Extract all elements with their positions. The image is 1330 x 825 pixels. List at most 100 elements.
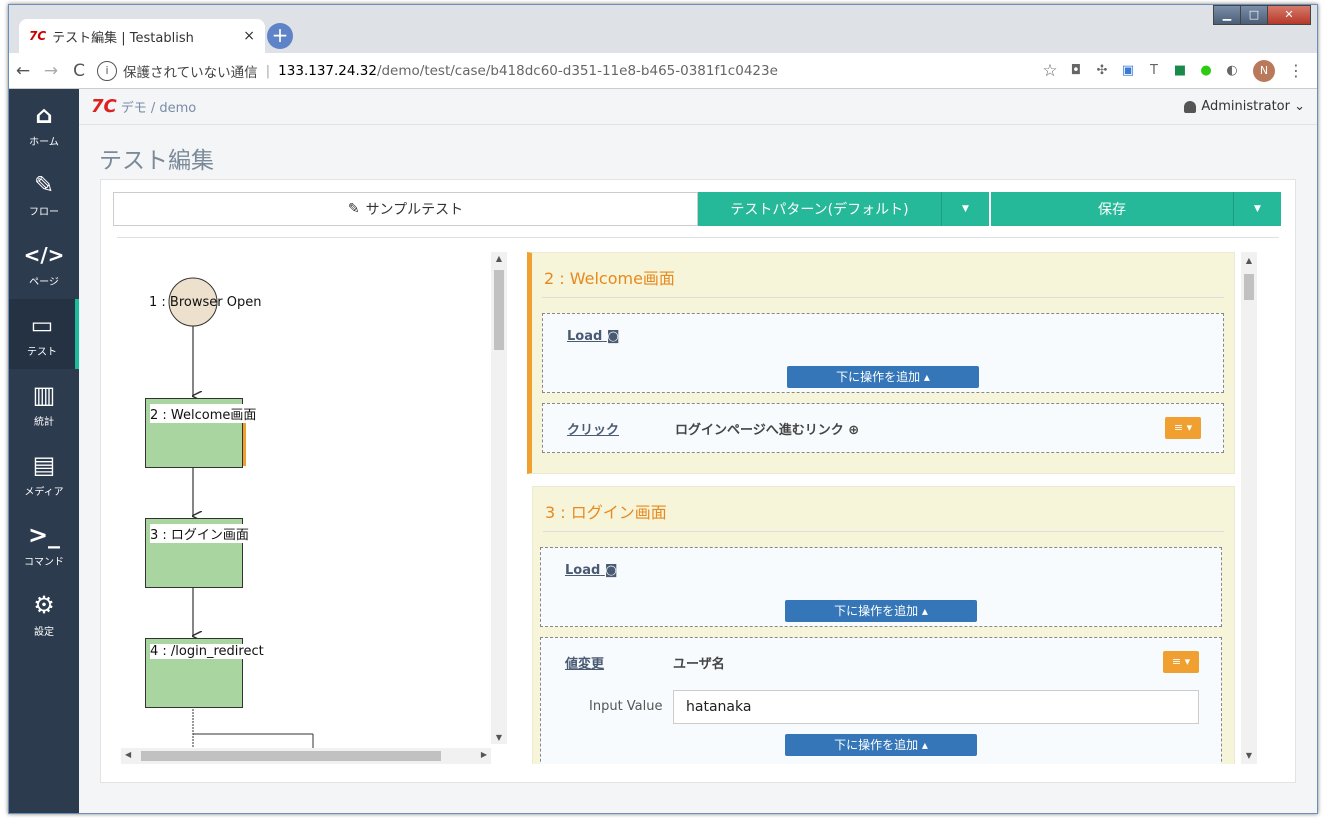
editor-card: ✎ サンプルテスト テストパターン(デフォルト) ▼ 保存 ▼ 1: Brow… xyxy=(100,179,1296,783)
flow-node-1-label[interactable]: 1 : Browser Open xyxy=(149,295,261,310)
nav-label: フロー xyxy=(29,207,59,218)
terminal-icon: >_ xyxy=(27,521,61,549)
scroll-thumb[interactable] xyxy=(1244,274,1254,300)
step-detail-pane: 2 : Welcome画面 Load ◙ 下に操作を追加 ▴ クリック ログイン… xyxy=(527,252,1235,764)
nav-page[interactable]: </> ページ xyxy=(9,229,79,299)
flow-node-4[interactable]: 4 : /login_redirect xyxy=(145,638,264,708)
new-tab-button[interactable]: + xyxy=(267,23,293,49)
maximize-button[interactable]: □ xyxy=(1240,5,1268,25)
flow-horizontal-scrollbar[interactable]: ◀ ▶ xyxy=(121,748,491,764)
operation-menu-button[interactable]: ≡ ▾ xyxy=(1165,417,1201,439)
nav-label: テスト xyxy=(27,347,57,358)
side-nav: ⌂ ホーム ✎ フロー </> ページ ▭ テスト ▥ 統計 ▤ メディア >_… xyxy=(9,89,79,813)
nav-settings[interactable]: ⚙ 設定 xyxy=(9,579,79,649)
operation-target[interactable]: ログインページへ進むリンク ⊕ xyxy=(675,419,859,438)
scroll-down-arrow[interactable]: ▼ xyxy=(491,733,507,742)
load-link[interactable]: Load ◙ xyxy=(565,563,617,578)
translate-ext-icon[interactable]: T xyxy=(1141,63,1167,78)
step-section-2: 2 : Welcome画面 Load ◙ 下に操作を追加 ▴ クリック ログイン… xyxy=(527,252,1235,474)
step-section-3: 3 : ログイン画面 Load ◙ 下に操作を追加 ▴ 値変更 ユーザ名 ≡ ▾… xyxy=(532,486,1235,764)
sample-test-label: サンプルテスト xyxy=(365,202,464,218)
divider xyxy=(542,297,1224,298)
add-below-button[interactable]: 下に操作を追加 ▴ xyxy=(787,366,979,388)
breadcrumb[interactable]: デモ / demo xyxy=(121,97,197,116)
nav-label: ページ xyxy=(29,277,59,288)
nav-media[interactable]: ▤ メディア xyxy=(9,439,79,509)
flow-node-3[interactable]: 3 : ログイン画面 xyxy=(145,518,249,588)
scroll-down-arrow[interactable]: ▼ xyxy=(1241,751,1257,760)
test-pattern-button[interactable]: テストパターン(デフォルト) xyxy=(698,192,941,226)
add-below-button[interactable]: 下に操作を追加 ▴ xyxy=(785,600,977,622)
nav-label: コマンド xyxy=(24,557,64,568)
omnibox[interactable]: i 保護されていない通信 | 133.137.24.32/demo/test/c… xyxy=(97,57,1037,85)
minimize-button[interactable]: ▁ xyxy=(1213,5,1241,25)
camera-ext-icon[interactable]: ◘ xyxy=(1063,63,1089,78)
operation-name[interactable]: 値変更 xyxy=(565,653,604,672)
code-icon: </> xyxy=(23,243,65,267)
back-button[interactable]: ← xyxy=(9,61,37,81)
reload-button[interactable]: C xyxy=(65,61,93,81)
app-area: ⌂ ホーム ✎ フロー </> ページ ▭ テスト ▥ 統計 ▤ メディア >_… xyxy=(9,89,1317,813)
favicon-icon: 7C xyxy=(29,29,47,43)
user-menu[interactable]: Administrator ⌄ xyxy=(1184,99,1305,114)
add-below-button[interactable]: 下に操作を追加 ▴ xyxy=(785,734,977,756)
nav-label: ホーム xyxy=(29,137,59,148)
omnibox-separator: | xyxy=(265,62,271,79)
bookmark-star-icon[interactable]: ☆ xyxy=(1037,61,1063,81)
step-title: 2 : Welcome画面 xyxy=(544,269,675,288)
scroll-right-arrow[interactable]: ▶ xyxy=(481,750,487,759)
detail-vertical-scrollbar[interactable]: ▲ ▼ xyxy=(1241,252,1257,764)
scroll-left-arrow[interactable]: ◀ xyxy=(125,750,131,759)
forward-button[interactable]: → xyxy=(37,61,65,81)
nav-stats[interactable]: ▥ 統計 xyxy=(9,369,79,439)
browser-tab[interactable]: 7C テスト編集 | Testablish × xyxy=(19,19,265,53)
operation-menu-button[interactable]: ≡ ▾ xyxy=(1163,651,1199,673)
test-pattern-dropdown[interactable]: ▼ xyxy=(941,192,989,226)
url-text: 133.137.24.32/demo/test/case/b418dc60-d3… xyxy=(278,62,778,79)
profile-avatar[interactable]: N xyxy=(1253,59,1275,82)
gears-icon: ⚙ xyxy=(33,591,55,619)
browser-window: 7C テスト編集 | Testablish × + ▁ □ ✕ ← → C i … xyxy=(8,4,1318,814)
step-title: 3 : ログイン画面 xyxy=(545,503,667,522)
operation-name[interactable]: クリック xyxy=(567,419,619,438)
gray-circle-ext-icon[interactable]: ◐ xyxy=(1219,63,1245,78)
scroll-up-arrow[interactable]: ▲ xyxy=(1241,256,1257,265)
save-button[interactable]: 保存 xyxy=(991,192,1233,226)
nav-flow[interactable]: ✎ フロー xyxy=(9,159,79,229)
flow-vertical-scrollbar[interactable]: ▲ ▼ xyxy=(491,252,507,744)
flow-node-label: 3 : ログイン画面 xyxy=(150,524,249,543)
nav-label: 設定 xyxy=(34,627,54,638)
close-tab-icon[interactable]: × xyxy=(243,28,255,44)
divider xyxy=(543,531,1224,532)
load-operation: Load ◙ 下に操作を追加 ▴ xyxy=(540,547,1222,627)
input-value-field[interactable]: hatanaka xyxy=(673,690,1199,724)
close-window-button[interactable]: ✕ xyxy=(1267,5,1311,25)
nav-test[interactable]: ▭ テスト xyxy=(9,299,79,369)
tab-strip: 7C テスト編集 | Testablish × + ▁ □ ✕ xyxy=(9,5,1317,53)
extension-area: ☆ ◘ ✣ ▣ T ■ ● ◐ N ⋮ xyxy=(1037,59,1309,82)
page-title: テスト編集 xyxy=(99,148,214,174)
green-s-ext-icon[interactable]: ■ xyxy=(1167,63,1193,78)
flow-diagram: 1 : Browser Open 2 : Welcome画面 3 : ログイン画… xyxy=(117,252,507,764)
sample-test-button[interactable]: ✎ サンプルテスト xyxy=(113,192,698,226)
blue-ext-icon[interactable]: ▣ xyxy=(1115,63,1141,78)
app-logo[interactable]: 7C xyxy=(91,96,117,117)
save-dropdown[interactable]: ▼ xyxy=(1233,192,1281,226)
address-bar: ← → C i 保護されていない通信 | 133.137.24.32/demo/… xyxy=(9,53,1317,89)
insecure-label: 保護されていない通信 xyxy=(123,64,258,81)
more-menu-icon[interactable]: ⋮ xyxy=(1283,61,1309,80)
app-header: 7C デモ / demo Administrator ⌄ xyxy=(79,89,1317,125)
operation-target[interactable]: ユーザ名 xyxy=(673,653,725,672)
info-icon[interactable]: i xyxy=(97,60,117,81)
camera-icon: ◙ xyxy=(606,329,620,344)
flow-node-2[interactable]: 2 : Welcome画面 xyxy=(145,398,257,468)
value-change-operation: 値変更 ユーザ名 ≡ ▾ Input Value hatanaka 下に操作を追… xyxy=(540,637,1222,764)
scroll-thumb[interactable] xyxy=(494,270,504,350)
green-dot-ext-icon[interactable]: ● xyxy=(1193,63,1219,78)
puzzle-ext-icon[interactable]: ✣ xyxy=(1089,63,1115,78)
scroll-up-arrow[interactable]: ▲ xyxy=(491,254,507,263)
nav-home[interactable]: ⌂ ホーム xyxy=(9,89,79,159)
load-link[interactable]: Load ◙ xyxy=(567,329,619,344)
nav-command[interactable]: >_ コマンド xyxy=(9,509,79,579)
scroll-thumb[interactable] xyxy=(141,751,441,761)
